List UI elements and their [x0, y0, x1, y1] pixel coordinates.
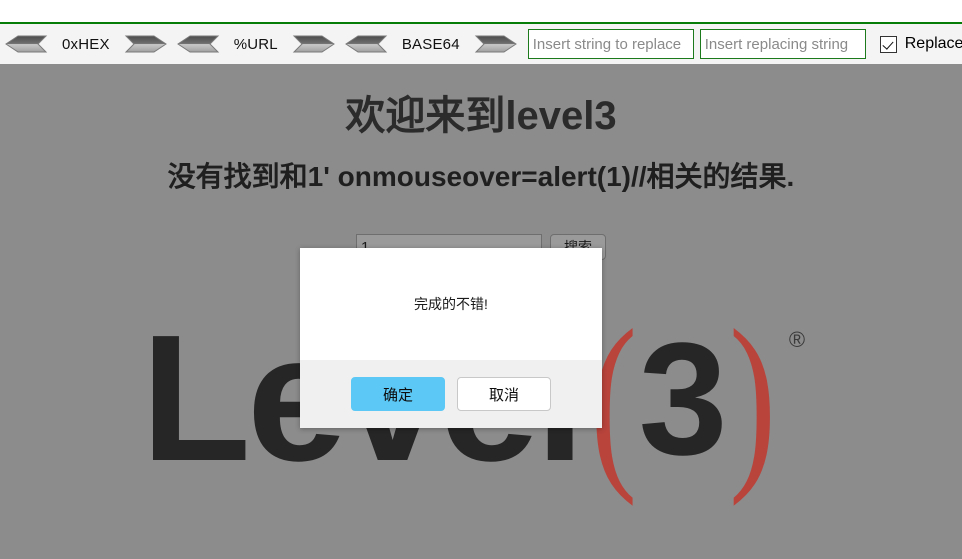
base64-decode-left-arrow-icon[interactable]: [344, 34, 388, 54]
replace-all-control[interactable]: Replace All: [879, 35, 962, 53]
hex-encode-right-arrow-icon[interactable]: [124, 34, 168, 54]
dialog-confirm-button[interactable]: 确定: [351, 377, 445, 411]
base64-encode-right-arrow-icon[interactable]: [474, 34, 518, 54]
alert-dialog: 完成的不错! 确定 取消: [300, 248, 602, 428]
logo-number-three: 3: [638, 309, 728, 488]
page-title: 欢迎来到level3: [345, 94, 617, 138]
logo-close-paren: ): [728, 290, 776, 507]
dialog-body: 完成的不错!: [300, 248, 602, 360]
codec-label-url: %URL: [233, 35, 278, 53]
hex-decode-left-arrow-icon[interactable]: [4, 34, 48, 54]
checkbox-checked-icon[interactable]: [879, 35, 897, 53]
dialog-cancel-button[interactable]: 取消: [457, 377, 551, 411]
search-result-message: 没有找到和1' onmouseover=alert(1)//相关的结果.: [167, 161, 795, 192]
dialog-message: 完成的不错!: [414, 296, 488, 312]
codec-label-base64: BASE64: [401, 35, 460, 53]
codec-group-base64: BASE64: [340, 24, 522, 64]
codec-label-hex: 0xHEX: [62, 35, 110, 53]
url-encode-right-arrow-icon[interactable]: [292, 34, 336, 54]
registered-trademark-icon: ®: [788, 327, 806, 352]
browser-top-strip: [0, 0, 962, 24]
search-string-input[interactable]: [527, 29, 694, 59]
replace-all-label: Replace All: [904, 35, 962, 52]
url-decode-left-arrow-icon[interactable]: [176, 34, 220, 54]
encoder-toolbar: 0xHEX %URL BASE64 Insert string to repla…: [0, 24, 962, 64]
replace-string-input[interactable]: [699, 29, 866, 59]
codec-group-hex: 0xHEX: [0, 24, 172, 64]
dialog-footer: 确定 取消: [300, 360, 602, 428]
codec-group-url: %URL: [172, 24, 340, 64]
